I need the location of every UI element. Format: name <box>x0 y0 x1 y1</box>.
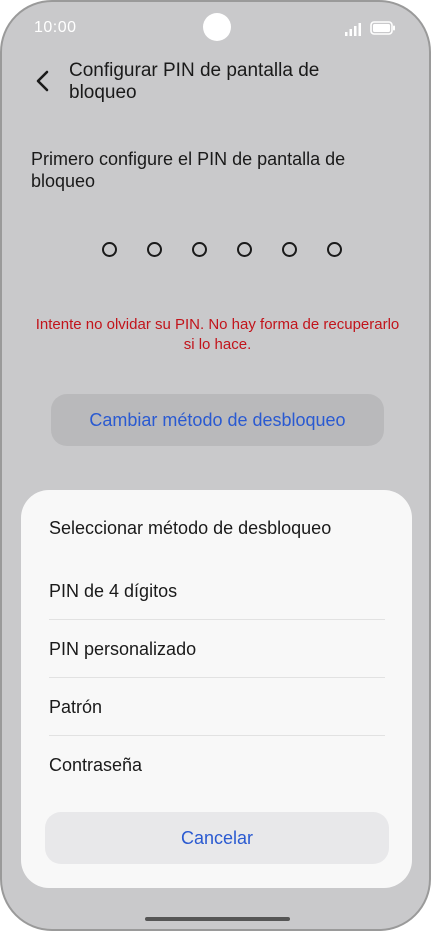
pin-indicator <box>102 242 342 258</box>
instruction-text: Primero configure el PIN de pantalla de … <box>31 149 346 191</box>
option-password[interactable]: Contraseña <box>49 736 385 794</box>
page-title: Configurar PIN de pantalla de bloqueo <box>69 60 320 103</box>
battery-icon <box>370 21 395 35</box>
pin-dot <box>237 242 252 257</box>
phone-screen: 10:00 Configurar PIN de pantalla de bloq… <box>0 0 431 931</box>
pin-dot <box>327 242 342 257</box>
change-unlock-method-button[interactable]: Cambiar método de desbloqueo <box>51 394 384 446</box>
pin-dot <box>282 242 297 257</box>
home-indicator[interactable] <box>145 917 290 921</box>
camera-cutout <box>203 13 231 41</box>
header: Configurar PIN de pantalla de bloqueo <box>2 58 429 110</box>
pin-dot <box>102 242 117 257</box>
option-pattern[interactable]: Patrón <box>49 678 385 736</box>
pin-dot <box>192 242 207 257</box>
option-pin-4-digits[interactable]: PIN de 4 dígitos <box>49 562 385 620</box>
warning-text: Intente no olvidar su PIN. No hay forma … <box>35 316 400 353</box>
option-custom-pin[interactable]: PIN personalizado <box>49 620 385 678</box>
sheet-title: Seleccionar método de desbloqueo <box>49 518 332 538</box>
signal-icon <box>345 23 361 36</box>
chevron-left-icon[interactable] <box>32 68 54 94</box>
status-time: 10:00 <box>34 19 77 36</box>
cancel-button[interactable]: Cancelar <box>45 812 389 864</box>
status-bar: 10:00 <box>2 2 429 54</box>
pin-dot <box>147 242 162 257</box>
unlock-method-sheet: Seleccionar método de desbloqueo PIN de … <box>21 490 412 888</box>
